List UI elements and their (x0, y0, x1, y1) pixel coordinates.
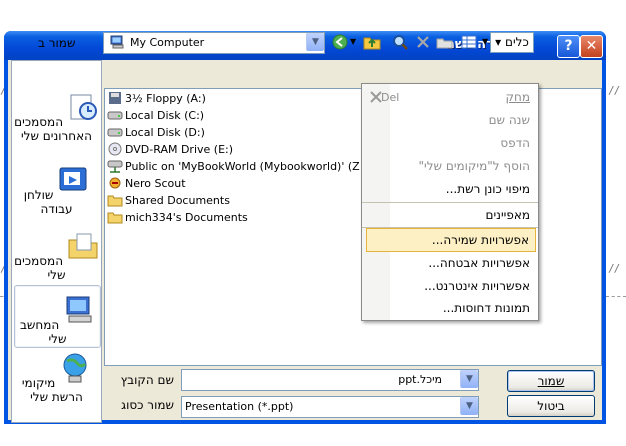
my-computer-icon (110, 35, 124, 49)
save-in-label: שמור ב (38, 36, 76, 50)
list-item[interactable]: Local Disk (C:) (107, 108, 204, 124)
file-name: Local Disk (C:) (125, 109, 205, 122)
menu-item-label: שנה שם (488, 113, 530, 127)
file-name: Shared Documents (125, 194, 230, 207)
up-folder-icon[interactable] (363, 33, 381, 51)
list-item[interactable]: Nero Scout (107, 176, 186, 192)
recent-documents-icon (70, 94, 97, 120)
save-button-label: שמור (537, 374, 565, 388)
background-dashed-line (606, 296, 626, 297)
places-bar: המסמכים האחרונים שלי שולחן עבודה המסמכים… (11, 60, 102, 423)
back-icon[interactable] (331, 33, 349, 51)
new-folder-icon[interactable] (436, 33, 454, 51)
background-slide-edge: // (608, 84, 620, 97)
search-web-icon[interactable] (391, 33, 409, 51)
save-in-dropdown[interactable]: My Computer ▼ (103, 32, 325, 54)
menu-item-compress-pictures[interactable]: תמונות דחוסות... (390, 297, 536, 319)
tools-menu-button[interactable]: כלים ▾ (490, 32, 534, 53)
menu-item-add-to-my-places[interactable]: הוסף ל"מיקומים שלי" (390, 155, 536, 177)
background-slide-edge: // (608, 262, 620, 275)
menu-item-label: הוסף ל"מיקומים שלי" (418, 159, 530, 173)
menu-item-label: אפשרויות שמירה... (431, 233, 529, 247)
tools-menu: מחק Del שנה שם הדפס הוסף ל"מיקומים שלי" … (361, 83, 539, 321)
menu-item-label: מחק (505, 90, 530, 104)
file-name: Local Disk (D:) (125, 126, 205, 139)
my-documents-icon (68, 233, 98, 259)
list-item[interactable]: Local Disk (D:) (107, 125, 205, 141)
menu-item-label: מיפוי כונן רשת... (445, 182, 530, 196)
list-item[interactable]: Public on 'MyBookWorld (Mybookworld)' (Z… (107, 159, 368, 175)
dvd-icon (108, 142, 122, 156)
menu-item-print[interactable]: הדפס (390, 132, 536, 154)
place-label: המחשב שלי (19, 318, 67, 346)
menu-item-security-options[interactable]: אפשרויות אבטחה... (390, 252, 536, 274)
folder-icon (107, 212, 123, 224)
filename-label: שם הקובץ (120, 373, 174, 387)
save-in-value: My Computer (130, 36, 205, 49)
menu-item-rename[interactable]: שנה שם (390, 109, 536, 131)
disk-icon (107, 128, 123, 137)
menu-item-label: מאפיינים (485, 208, 530, 222)
help-button[interactable]: ? (557, 35, 580, 58)
place-my-computer[interactable]: המחשב שלי (14, 285, 101, 348)
menu-item-shortcut: Del (381, 91, 400, 104)
menu-item-properties[interactable]: מאפיינים (390, 204, 536, 226)
filename-input[interactable]: מיכל.ppt ▼ (181, 369, 479, 391)
place-desktop[interactable]: שולחן עבודה (14, 164, 99, 216)
place-network[interactable]: מיקומי הרשת שלי (14, 352, 99, 404)
menu-item-label: הדפס (500, 136, 530, 150)
filetype-label: שמור כסוג (121, 398, 174, 412)
file-name: mich334's Documents (125, 211, 248, 224)
menu-item-label: אפשרויות אינטרנט... (424, 279, 530, 293)
list-item[interactable]: DVD-RAM Drive (E:) (107, 142, 233, 158)
tools-label: כלים (505, 35, 529, 49)
cancel-button[interactable]: ביטול (507, 395, 595, 417)
list-item[interactable]: mich334's Documents (107, 210, 248, 226)
menu-item-save-options[interactable]: אפשרויות שמירה... (366, 228, 536, 252)
folder-icon (107, 195, 123, 207)
filename-value: מיכל.ppt (398, 373, 442, 386)
place-recent-documents[interactable]: המסמכים האחרונים שלי (14, 91, 99, 143)
chevron-down-icon[interactable]: ▼ (460, 370, 478, 388)
menu-item-label: אפשרויות אבטחה... (428, 256, 530, 270)
save-button[interactable]: שמור (507, 370, 595, 392)
menu-item-web-options[interactable]: אפשרויות אינטרנט... (390, 275, 536, 297)
close-button[interactable]: ✕ (580, 35, 603, 58)
my-computer-icon (66, 296, 92, 323)
views-dropdown-icon[interactable]: ▼ (482, 37, 488, 46)
chevron-down-icon[interactable]: ▼ (460, 397, 478, 415)
menu-separator (362, 202, 538, 203)
menu-item-label: תמונות דחוסות... (442, 301, 530, 315)
place-my-documents[interactable]: המסמכים שלי (14, 230, 99, 282)
views-icon[interactable] (460, 33, 478, 51)
delete-icon[interactable] (414, 33, 432, 51)
desktop-icon (59, 167, 87, 191)
place-label: המסמכים שלי (14, 254, 66, 282)
filetype-value: Presentation (*.ppt) (185, 400, 294, 413)
disk-icon (107, 111, 123, 120)
list-item[interactable]: 3½ Floppy (A:) (107, 91, 206, 107)
file-name: DVD-RAM Drive (E:) (125, 143, 234, 156)
list-item[interactable]: Shared Documents (107, 193, 230, 209)
nero-scout-icon (109, 177, 121, 189)
menu-item-map-network-drive[interactable]: מיפוי כונן רשת... (390, 178, 536, 200)
network-drive-icon (107, 160, 123, 173)
chevron-down-icon[interactable]: ▼ (306, 33, 324, 51)
network-places-icon (63, 353, 87, 383)
file-name: Nero Scout (125, 177, 186, 190)
file-name: 3½ Floppy (A:) (125, 92, 206, 105)
filetype-dropdown[interactable]: Presentation (*.ppt) ▼ (181, 396, 479, 418)
back-dropdown-icon[interactable]: ▼ (350, 37, 356, 46)
file-name: Public on 'MyBookWorld (Mybookworld)' (Z… (125, 160, 368, 173)
floppy-icon (109, 92, 121, 104)
menu-item-delete[interactable]: מחק (390, 86, 536, 108)
